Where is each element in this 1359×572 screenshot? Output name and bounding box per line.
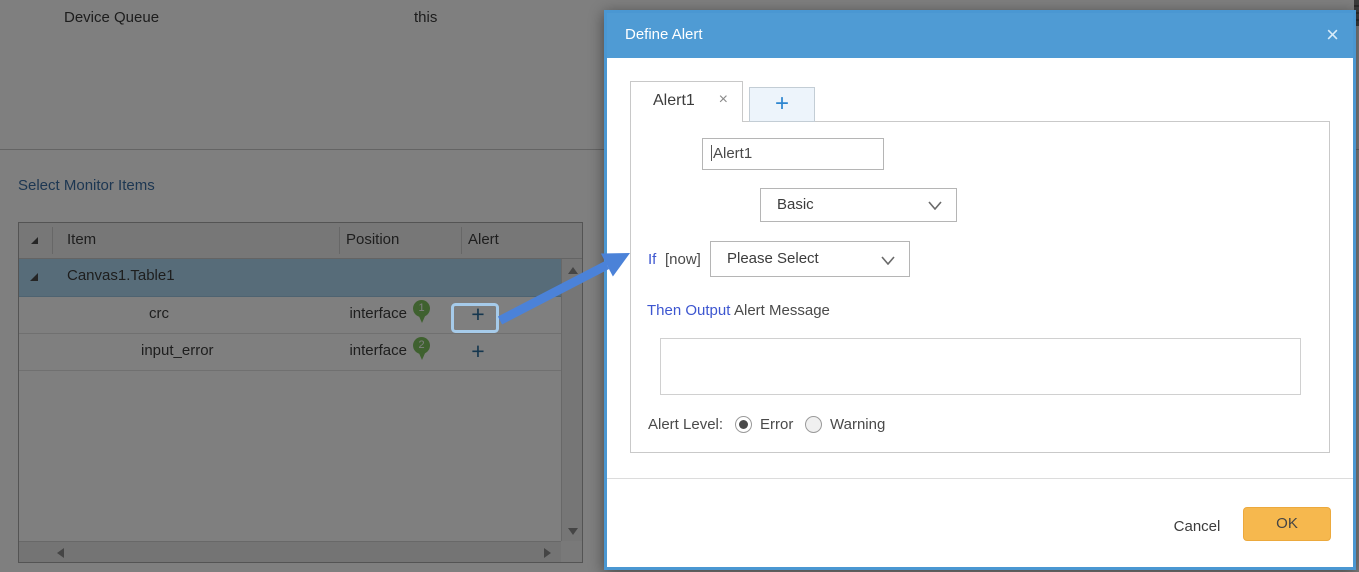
error-radio-label: Error <box>760 416 794 433</box>
define-alert-dialog: Define Alert × Alert1 × + Name: Alert1 S… <box>604 10 1356 570</box>
tab-close-icon[interactable]: × <box>719 91 728 109</box>
close-icon[interactable]: × <box>1326 22 1339 48</box>
radio-error[interactable] <box>735 416 752 433</box>
ok-button[interactable]: OK <box>1243 507 1331 541</box>
footer-divider <box>607 478 1353 479</box>
condition-select-value: Please Select <box>727 250 819 267</box>
dialog-title: Define Alert <box>625 26 703 43</box>
then-output-label: Then Output <box>647 302 731 319</box>
name-input[interactable]: Alert1 <box>702 138 884 170</box>
text-caret <box>711 145 712 161</box>
alert-form-panel <box>630 121 1330 453</box>
analysis-select-value: Basic <box>777 196 814 213</box>
plus-icon: + <box>774 90 789 117</box>
alert-level-label: Alert Level: <box>648 416 724 433</box>
cancel-button[interactable]: Cancel <box>1162 514 1232 540</box>
if-bracket-label: [now] <box>665 251 701 268</box>
warning-radio-label: Warning <box>830 416 886 433</box>
radio-warning[interactable] <box>805 416 822 433</box>
if-label: If <box>648 251 657 268</box>
tab-add-alert[interactable]: + <box>749 87 815 122</box>
alert-message-label: Alert Message <box>734 302 830 319</box>
name-value: Alert1 <box>713 145 753 162</box>
chevron-down-icon <box>928 201 942 210</box>
tab-alert1[interactable]: Alert1 × <box>630 81 743 122</box>
chevron-down-icon <box>881 256 895 265</box>
dialog-titlebar: Define Alert × <box>607 13 1353 58</box>
condition-select[interactable]: Please Select <box>710 241 910 277</box>
tab-label: Alert1 <box>653 92 695 109</box>
analysis-select[interactable]: Basic <box>760 188 957 222</box>
alert-message-textarea[interactable] <box>660 338 1301 395</box>
